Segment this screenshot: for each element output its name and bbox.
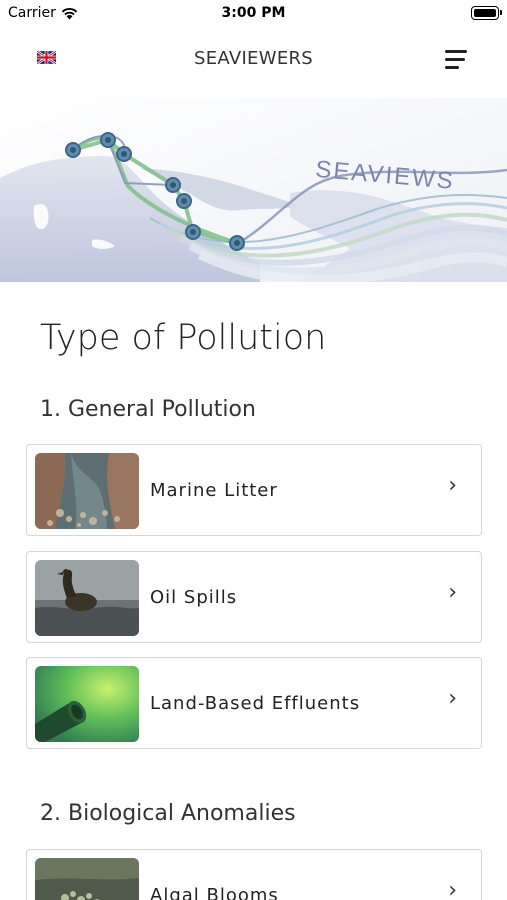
app-title: SEAVIEWERS — [193, 48, 314, 69]
battery-icon — [471, 6, 502, 20]
chevron-right-icon: › — [448, 473, 457, 498]
hero-banner: SEAVIEWS — [0, 98, 507, 282]
list-item-land-based-effluents[interactable]: Land-Based Effluents › — [26, 657, 482, 749]
chevron-right-icon: › — [448, 686, 457, 711]
hamburger-menu-icon[interactable] — [443, 47, 471, 71]
seaviews-banner-image: SEAVIEWS — [0, 98, 507, 282]
section-title-general-pollution: 1. General Pollution — [40, 397, 256, 422]
list-item-marine-litter[interactable]: Marine Litter › — [26, 444, 482, 536]
list-item-label: Oil Spills — [150, 587, 238, 608]
status-bar: Carrier 3:00 PM — [0, 0, 507, 30]
chevron-right-icon: › — [448, 878, 457, 900]
list-item-label: Marine Litter — [150, 480, 278, 501]
oil-spills-thumbnail — [35, 560, 139, 636]
land-based-effluents-thumbnail — [35, 666, 139, 742]
list-item-label: Algal Blooms — [150, 885, 279, 900]
list-item-oil-spills[interactable]: Oil Spills › — [26, 551, 482, 643]
section-title-biological-anomalies: 2. Biological Anomalies — [40, 801, 296, 826]
marine-litter-thumbnail — [35, 453, 139, 529]
list-item-algal-blooms[interactable]: Algal Blooms › — [26, 849, 482, 900]
chevron-right-icon: › — [448, 580, 457, 605]
page-title: Type of Pollution — [40, 318, 327, 358]
status-time: 3:00 PM — [221, 5, 286, 21]
algal-blooms-thumbnail — [35, 858, 139, 900]
navigation-bar: SEAVIEWERS — [0, 38, 507, 78]
list-item-label: Land-Based Effluents — [150, 693, 361, 714]
